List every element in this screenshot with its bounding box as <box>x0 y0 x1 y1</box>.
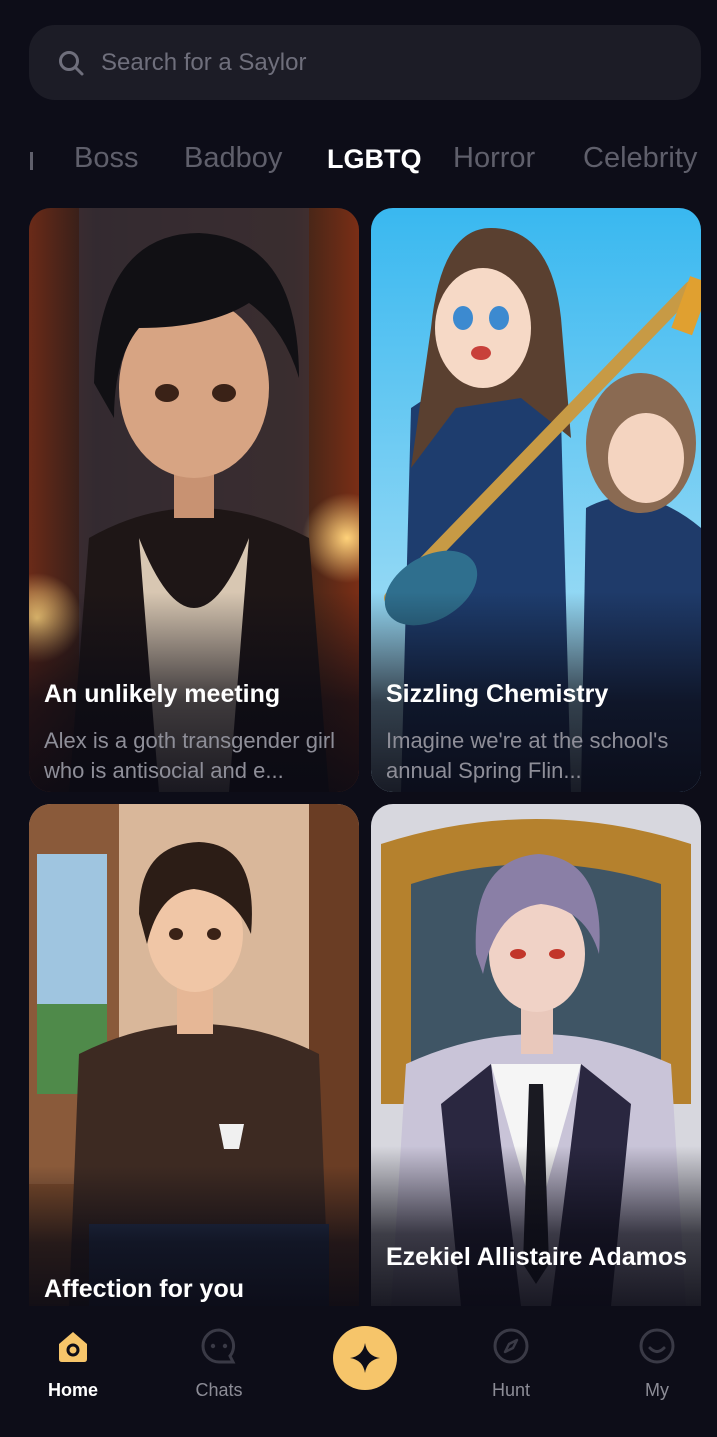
smile-icon <box>639 1328 675 1364</box>
bottom-nav: Home Chats Hunt My <box>0 1306 717 1437</box>
card-description: Imagine we're at the school's annual Spr… <box>386 728 669 783</box>
character-card[interactable]: Ezekiel Allistaire Adamos <box>371 804 701 1306</box>
card-gradient <box>371 1146 701 1306</box>
chat-icon <box>201 1328 236 1364</box>
sparkle-icon <box>350 1343 380 1373</box>
compass-icon <box>493 1328 529 1364</box>
nav-home[interactable]: Home <box>13 1306 133 1401</box>
character-card[interactable]: Affection for you <box>29 804 359 1306</box>
nav-chats-label: Chats <box>195 1380 243 1400</box>
nav-my-label: My <box>645 1380 669 1400</box>
search-input[interactable] <box>101 48 661 77</box>
card-title: Sizzling Chemistry <box>386 680 609 708</box>
tab-badboy[interactable]: Badboy <box>184 142 282 175</box>
tab-scroll-edge <box>30 152 33 170</box>
nav-home-label: Home <box>47 1380 98 1400</box>
nav-hunt[interactable]: Hunt <box>451 1306 571 1401</box>
search-bar[interactable] <box>29 25 701 100</box>
nav-hunt-label: Hunt <box>491 1380 531 1400</box>
character-card[interactable]: Sizzling Chemistry Imagine we're at the … <box>371 208 701 792</box>
tab-lgbtq[interactable]: LGBTQ <box>327 144 422 175</box>
card-title: An unlikely meeting <box>44 680 281 708</box>
nav-my[interactable]: My <box>597 1306 717 1401</box>
card-title: Affection for you <box>44 1275 244 1303</box>
character-card[interactable]: An unlikely meeting Alex is a goth trans… <box>29 208 359 792</box>
nav-chats[interactable]: Chats <box>159 1306 279 1401</box>
tab-horror[interactable]: Horror <box>453 142 535 175</box>
search-icon <box>59 50 84 75</box>
create-button[interactable] <box>333 1326 397 1390</box>
category-tabs: Boss Badboy LGBTQ Horror Celebrity <box>0 130 717 192</box>
tab-celebrity[interactable]: Celebrity <box>583 142 697 175</box>
card-description: Alex is a goth transgender girl who is a… <box>44 728 336 783</box>
card-title: Ezekiel Allistaire Adamos <box>386 1243 688 1271</box>
tab-boss[interactable]: Boss <box>74 142 138 175</box>
home-icon <box>59 1332 87 1362</box>
